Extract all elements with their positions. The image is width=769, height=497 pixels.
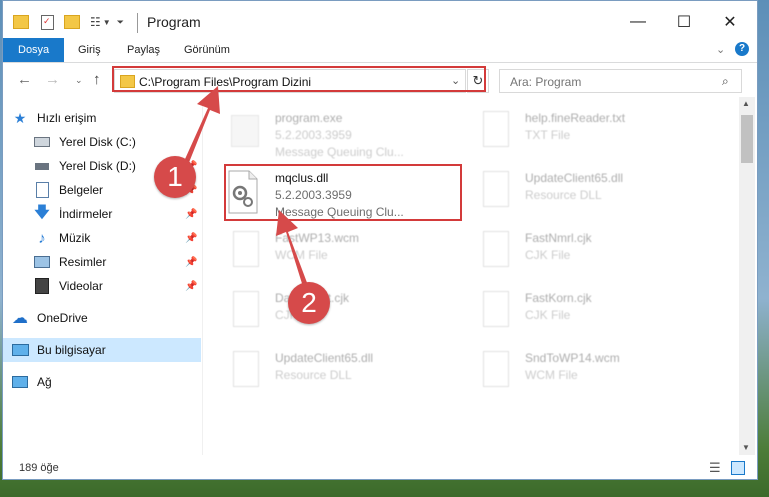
annotation-arrows bbox=[181, 86, 309, 290]
arrow-2 bbox=[276, 210, 309, 290]
step-badge-1: 1 bbox=[154, 156, 196, 198]
step-badge-2: 2 bbox=[288, 282, 330, 324]
arrow-1 bbox=[181, 86, 220, 170]
